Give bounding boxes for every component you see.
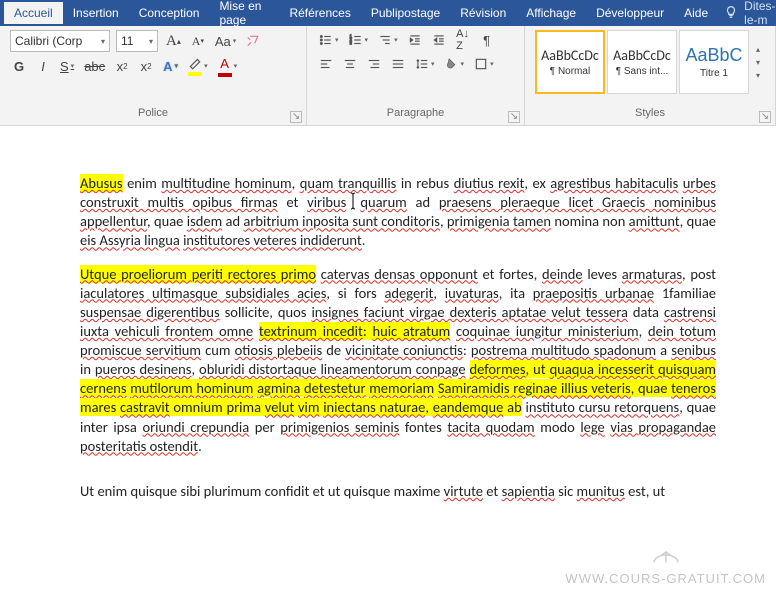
increase-indent-button[interactable] <box>430 30 448 50</box>
tab-revision[interactable]: Révision <box>450 2 516 24</box>
paragraph-1: Abusus enim multitudine hominum, quam tr… <box>80 174 716 251</box>
styles-gallery: AaBbCcDc ¶ Normal AaBbCcDc ¶ Sans int...… <box>535 30 765 94</box>
grow-font-button[interactable]: A▴ <box>164 31 183 51</box>
paragraph-2: Utque proeliorum periti rectores primo c… <box>80 265 716 456</box>
tab-references[interactable]: Références <box>279 2 360 24</box>
styles-down-button[interactable]: ▾ <box>756 58 760 67</box>
bold-button[interactable]: G <box>10 56 28 76</box>
styles-more-button[interactable]: ▾ <box>756 71 760 80</box>
show-marks-button[interactable]: ¶ <box>478 30 496 50</box>
italic-button[interactable]: I <box>34 56 52 76</box>
tab-conception[interactable]: Conception <box>129 2 210 24</box>
tab-affichage[interactable]: Affichage <box>516 2 586 24</box>
document-area[interactable]: Abusus enim multitudine hominum, quam tr… <box>0 126 776 593</box>
multilevel-list-button[interactable]: ▾ <box>376 30 400 50</box>
styles-up-button[interactable]: ▴ <box>756 45 760 54</box>
svg-text:3: 3 <box>349 41 352 46</box>
group-paragraph-title: Paragraphe <box>317 105 514 123</box>
align-center-button[interactable] <box>341 54 359 74</box>
highlight-button[interactable]: ▾ <box>186 56 210 76</box>
lightbulb-icon <box>724 5 738 22</box>
numbering-button[interactable]: 123▾ <box>347 30 371 50</box>
shrink-font-button[interactable]: A▾ <box>189 31 207 51</box>
tab-accueil[interactable]: Accueil <box>4 2 63 24</box>
underline-button[interactable]: S▾ <box>58 56 76 76</box>
tab-aide[interactable]: Aide <box>674 2 718 24</box>
font-size-combo[interactable]: 11▾ <box>116 30 158 52</box>
strikethrough-button[interactable]: abc <box>82 56 107 76</box>
styles-dialog-launcher[interactable]: ↘ <box>759 111 771 123</box>
shading-button[interactable]: ▾ <box>443 54 467 74</box>
font-name-combo[interactable]: Calibri (Corp▾ <box>10 30 110 52</box>
ribbon: Calibri (Corp▾ 11▾ A▴ A▾ Aa▾ G I S▾ abc … <box>0 26 776 126</box>
ribbon-tabs: Accueil Insertion Conception Mise en pag… <box>0 0 776 26</box>
clear-formatting-button[interactable] <box>244 31 262 51</box>
bullets-button[interactable]: ▾ <box>317 30 341 50</box>
styles-scroll: ▴ ▾ ▾ <box>751 30 765 94</box>
font-dialog-launcher[interactable]: ↘ <box>290 111 302 123</box>
text-cursor-icon <box>346 193 360 211</box>
tellme-label: Dites-le-m <box>744 0 776 27</box>
group-paragraph: ▾ 123▾ ▾ A↓Z ¶ ▾ ▾ ▾ Paragraphe ↘ <box>307 26 525 125</box>
line-spacing-button[interactable]: ▾ <box>413 54 437 74</box>
tab-publipostage[interactable]: Publipostage <box>361 2 450 24</box>
text-effects-button[interactable]: A▾ <box>161 56 180 76</box>
justify-button[interactable] <box>389 54 407 74</box>
style-titre1[interactable]: AaBbC Titre 1 <box>679 30 749 94</box>
group-styles-title: Styles <box>535 105 765 123</box>
tab-insertion[interactable]: Insertion <box>63 2 129 24</box>
align-right-button[interactable] <box>365 54 383 74</box>
style-normal[interactable]: AaBbCcDc ¶ Normal <box>535 30 605 94</box>
group-styles: AaBbCcDc ¶ Normal AaBbCcDc ¶ Sans int...… <box>525 26 776 125</box>
superscript-button[interactable]: x2 <box>137 56 155 76</box>
watermark: WWW.COURS-GRATUIT.COM <box>565 546 766 587</box>
tellme-search[interactable]: Dites-le-m <box>724 0 776 27</box>
sort-button[interactable]: A↓Z <box>454 30 472 50</box>
align-left-button[interactable] <box>317 54 335 74</box>
decrease-indent-button[interactable] <box>406 30 424 50</box>
group-font: Calibri (Corp▾ 11▾ A▴ A▾ Aa▾ G I S▾ abc … <box>0 26 307 125</box>
group-font-title: Police <box>10 105 296 123</box>
paragraph-dialog-launcher[interactable]: ↘ <box>508 111 520 123</box>
style-sans-interligne[interactable]: AaBbCcDc ¶ Sans int... <box>607 30 677 94</box>
borders-button[interactable]: ▾ <box>472 54 496 74</box>
paragraph-3: Ut enim quisque sibi plurimum confidit e… <box>80 482 716 501</box>
font-color-button[interactable]: A ▾ <box>216 56 240 76</box>
subscript-button[interactable]: x2 <box>113 56 131 76</box>
change-case-button[interactable]: Aa▾ <box>213 31 238 51</box>
tab-developpeur[interactable]: Développeur <box>586 2 674 24</box>
